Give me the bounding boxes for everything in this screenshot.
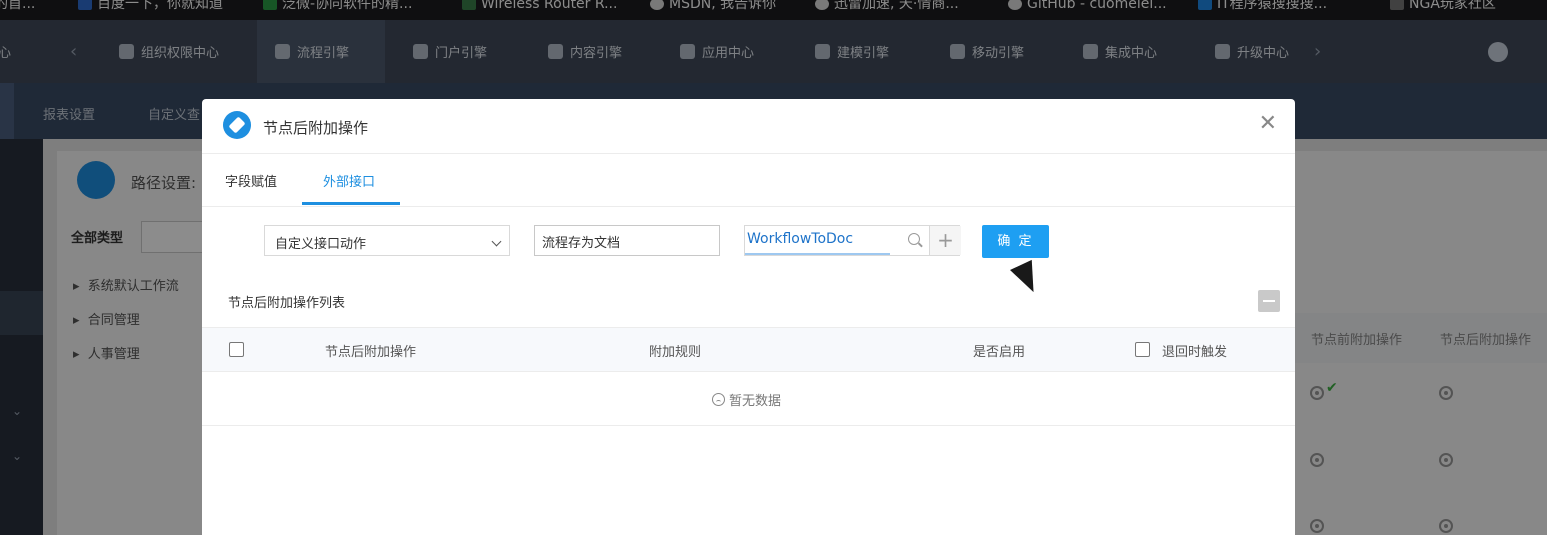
table-empty-row: 暂无数据 [202,371,1295,426]
interface-value-underline [745,253,890,255]
column-enabled: 是否启用 [973,345,1026,360]
dialog-title: 节点后附加操作 [263,119,369,137]
action-list-title: 节点后附加操作列表 [228,296,346,311]
interface-value: WorkflowToDoc [747,231,854,247]
sad-face-icon [712,393,725,406]
dialog-tabs: 字段赋值 外部接口 [202,154,1295,207]
collapse-icon[interactable] [1258,290,1280,312]
tab-external-interface[interactable]: 外部接口 [323,171,375,190]
tab-field-assignment[interactable]: 字段赋值 [225,171,277,190]
action-type-select[interactable]: 自定义接口动作 [264,225,510,256]
column-trigger-on-return: 退回时触发 [1162,345,1228,360]
table-header: 节点后附加操作 附加规则 是否启用 退回时触发 [202,327,1295,372]
chevron-down-icon [491,236,502,247]
active-tab-indicator [302,202,400,205]
select-all-checkbox[interactable] [229,342,244,357]
dialog-header: 节点后附加操作 ✕ [202,99,1295,154]
column-post-action: 节点后附加操作 [325,345,417,360]
close-icon[interactable]: ✕ [1259,113,1277,135]
search-icon[interactable] [908,233,920,245]
post-node-action-dialog: 节点后附加操作 ✕ 字段赋值 外部接口 自定义接口动作 流程存为文档 Workf… [202,99,1295,535]
action-name-input[interactable]: 流程存为文档 [534,225,720,256]
add-interface-button[interactable]: + [929,226,961,255]
confirm-button[interactable]: 确 定 [982,225,1049,258]
column-rule: 附加规则 [649,345,702,360]
workflow-logo-icon [223,111,251,139]
interface-browser-field[interactable]: WorkflowToDoc + [744,225,961,256]
trigger-on-return-checkbox[interactable] [1135,342,1150,357]
empty-state: 暂无数据 [712,390,781,409]
